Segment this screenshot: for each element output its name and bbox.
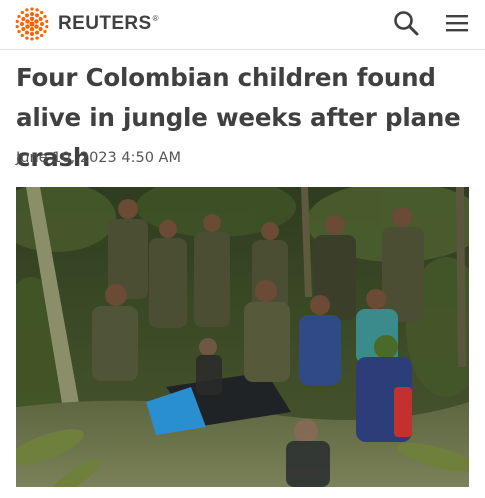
logo-dot [30, 12, 34, 16]
logo-dot [30, 37, 34, 41]
logo-dot [15, 25, 19, 29]
logo-dot [34, 24, 39, 29]
logo-dot [40, 22, 44, 26]
logo-dot [21, 27, 26, 31]
site-header: REUTERS® [0, 0, 485, 50]
logo-dot [20, 33, 24, 38]
logo-dot [40, 33, 44, 38]
search-icon[interactable] [392, 9, 420, 37]
logo-dot [21, 17, 26, 21]
logo-dot [20, 22, 24, 26]
logo-dot [25, 8, 29, 12]
logo-dot [43, 29, 47, 34]
logo-dot [45, 25, 49, 29]
logo-dot [29, 21, 35, 27]
logo-dot [15, 19, 19, 23]
logo-dot [35, 30, 39, 35]
brand-wordmark: REUTERS® [58, 13, 159, 34]
logo-dot [20, 10, 24, 15]
registered-mark: ® [152, 14, 159, 23]
logo-dot [25, 19, 30, 24]
article-dateline: June 10, 2023 4:50 AM [16, 150, 181, 166]
logo-dot [38, 27, 43, 31]
logo-dot [30, 32, 34, 36]
logo-dot [43, 14, 47, 19]
logo-dot [35, 36, 39, 40]
logo-dot [45, 19, 49, 23]
logo-dot [25, 24, 30, 29]
logo-dot [34, 19, 39, 24]
logo-dot [25, 30, 29, 35]
logo-dot [40, 10, 44, 15]
logo-dot [25, 36, 29, 40]
logo-dot [17, 29, 21, 34]
logo-dot [25, 13, 29, 18]
logo-dot [35, 13, 39, 18]
logo-dot [30, 7, 34, 11]
brand-logo-link[interactable]: REUTERS® [14, 6, 159, 42]
logo-dot [29, 16, 35, 21]
logo-dot [38, 17, 43, 21]
logo-dot [29, 27, 35, 32]
article-page: REUTERS® Four Colombian children found a… [0, 0, 485, 498]
logo-dot [35, 8, 39, 12]
reuters-logo-icon [15, 7, 49, 41]
article-hero-photo[interactable] [16, 187, 469, 487]
hamburger-menu-icon[interactable] [444, 11, 470, 35]
logo-dot [17, 14, 21, 19]
